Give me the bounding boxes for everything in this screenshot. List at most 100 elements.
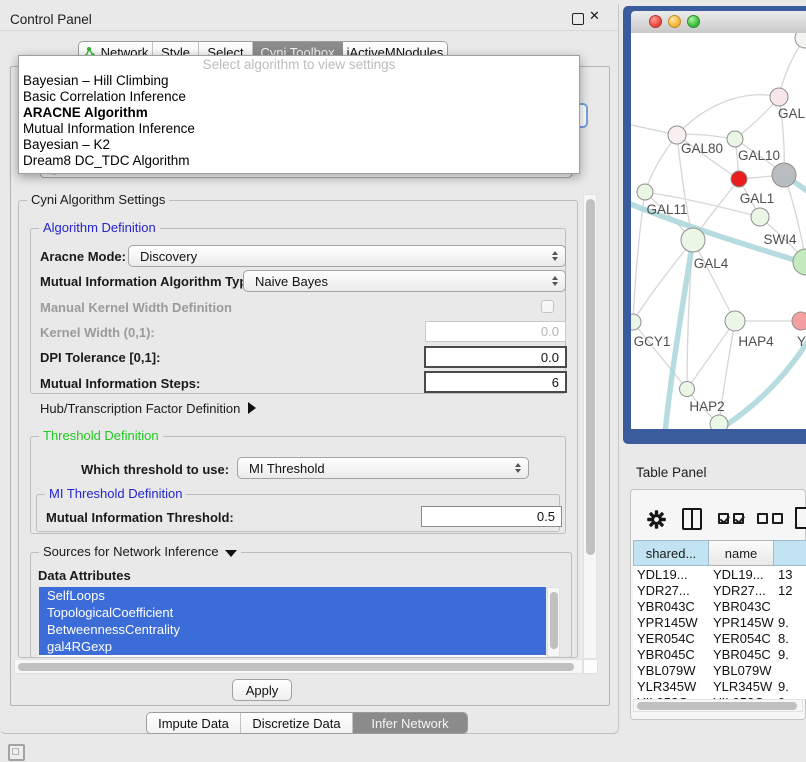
dropdown-item[interactable]: ARACNE Algorithm	[19, 105, 579, 121]
minimize-traffic-light[interactable]	[668, 15, 681, 28]
close-icon[interactable]: ✕	[589, 8, 600, 24]
hub-transcription-expander[interactable]: Hub/Transcription Factor Definition	[40, 401, 256, 416]
mi-algorithm-type-label: Mutual Information Algorithm Type:	[40, 274, 259, 289]
mi-algorithm-type-select[interactable]: Naive Bayes	[243, 270, 566, 292]
network-node[interactable]	[792, 312, 806, 330]
network-node[interactable]	[770, 88, 788, 106]
float-window-icon[interactable]	[572, 13, 584, 25]
node-label: Y	[797, 334, 806, 349]
table-cell: YBR043C	[633, 599, 709, 614]
network-canvas[interactable]: GALGAL80GAL10GAL1GAL11SWI4GAL4GCY1HAP4YH…	[631, 33, 806, 429]
table-cell: YBL079W	[709, 663, 774, 678]
mi-algorithm-type-value: Naive Bayes	[255, 274, 328, 289]
aracne-mode-select[interactable]: Discovery	[128, 245, 566, 267]
dpi-tolerance-field[interactable]: 0.0	[424, 346, 567, 368]
algorithm-definition-title: Algorithm Definition	[39, 220, 160, 235]
checked-checkbox-icon[interactable]	[718, 513, 729, 524]
apply-button[interactable]: Apply	[232, 679, 292, 701]
network-node[interactable]	[731, 171, 747, 187]
mi-steps-field[interactable]: 6	[424, 371, 567, 393]
tab-infer-network[interactable]: Infer Network	[353, 713, 467, 733]
table-row[interactable]: YLR345WYLR345W9.	[633, 678, 806, 694]
network-view-window: GALGAL80GAL10GAL1GAL11SWI4GAL4GCY1HAP4YH…	[623, 6, 806, 444]
table-header: shared...name	[633, 540, 806, 566]
table-row[interactable]: YBR045CYBR045C9.	[633, 646, 806, 662]
node-label: GAL4	[694, 256, 729, 271]
dropdown-item[interactable]: Bayesian – Hill Climbing	[19, 73, 579, 89]
document-icon[interactable]	[795, 507, 806, 529]
table-cell: 8.	[774, 631, 806, 646]
node-label: GAL11	[646, 202, 687, 217]
network-node[interactable]	[637, 184, 653, 200]
minimized-panel-icon[interactable]	[8, 744, 25, 761]
node-label: GAL1	[740, 191, 775, 206]
table-row[interactable]: YBR043CYBR043C	[633, 598, 806, 614]
tab-discretize-data[interactable]: Discretize Data	[241, 713, 353, 733]
table-cell: YER054C	[633, 631, 709, 646]
zoom-traffic-light[interactable]	[687, 15, 700, 28]
mi-steps-label: Mutual Information Steps:	[40, 376, 200, 391]
dpi-tolerance-label: DPI Tolerance [0,1]:	[40, 350, 160, 365]
close-traffic-light[interactable]	[649, 15, 662, 28]
network-window-titlebar[interactable]	[631, 11, 806, 34]
split-columns-icon[interactable]	[682, 508, 702, 530]
collapse-arrow-icon	[225, 550, 237, 557]
data-attribute-item[interactable]: TopologicalCoefficient	[39, 604, 546, 621]
table-cell: YBR045C	[709, 647, 774, 662]
settings-vertical-scrollbar[interactable]	[583, 194, 597, 659]
data-attribute-item[interactable]: SelfLoops	[39, 587, 546, 604]
network-node[interactable]	[681, 228, 705, 252]
table-body[interactable]: YDL19...YDL19...13YDR27...YDR27...12YBR0…	[633, 566, 806, 699]
dropdown-item[interactable]: Mutual Information Inference	[19, 121, 579, 137]
mi-threshold-field[interactable]: 0.5	[421, 506, 562, 527]
network-edge	[645, 135, 677, 192]
network-node[interactable]	[772, 163, 796, 187]
stepper-arrows-icon	[515, 463, 521, 473]
dropdown-item[interactable]: Bayesian – K2	[19, 137, 579, 153]
dropdown-item[interactable]: Basic Correlation Inference	[19, 89, 579, 105]
attribute-list-scrollbar[interactable]	[547, 587, 560, 657]
table-cell: YBR045C	[633, 647, 709, 662]
column-header[interactable]: name	[709, 540, 774, 566]
gear-icon[interactable]	[646, 509, 667, 530]
network-node[interactable]	[751, 208, 769, 226]
network-node[interactable]	[725, 311, 745, 331]
settings-horizontal-scrollbar[interactable]	[14, 659, 583, 674]
unchecked-checkbox-icon[interactable]	[772, 513, 783, 524]
table-row[interactable]: YER054CYER054C8.	[633, 630, 806, 646]
table-cell: 12	[774, 583, 806, 598]
network-node[interactable]	[793, 249, 806, 275]
sources-title[interactable]: Sources for Network Inference	[39, 544, 241, 559]
network-edge	[687, 321, 735, 389]
network-node[interactable]	[727, 131, 743, 147]
network-node[interactable]	[795, 33, 806, 48]
scrollbar-corner	[583, 659, 598, 674]
column-header[interactable]	[774, 540, 806, 566]
column-header[interactable]: shared...	[633, 540, 709, 566]
table-row[interactable]: YPR145WYPR145W9.	[633, 614, 806, 630]
table-row[interactable]: YDR27...YDR27...12	[633, 582, 806, 598]
table-cell: YPR145W	[709, 615, 774, 630]
manual-kernel-width-checkbox[interactable]	[541, 300, 554, 313]
network-node[interactable]	[631, 314, 641, 330]
data-attribute-item[interactable]: gal4RGexp	[39, 638, 546, 655]
data-attributes-label: Data Attributes	[38, 568, 131, 583]
checked-checkbox-icon[interactable]	[733, 513, 744, 524]
table-cell: 9.	[774, 647, 806, 662]
manual-kernel-width-label: Manual Kernel Width Definition	[40, 300, 232, 315]
control-panel-title: Control Panel	[10, 12, 92, 27]
tab-impute-data[interactable]: Impute Data	[147, 713, 241, 733]
unchecked-checkbox-icon[interactable]	[757, 513, 768, 524]
network-node[interactable]	[710, 415, 728, 429]
kernel-width-label: Kernel Width (0,1):	[40, 325, 155, 340]
data-attribute-item[interactable]: BetweennessCentrality	[39, 621, 546, 638]
dropdown-item[interactable]: Dream8 DC_TDC Algorithm	[19, 153, 579, 169]
table-horizontal-scrollbar[interactable]	[633, 699, 803, 712]
data-attributes-list[interactable]: SelfLoopsTopologicalCoefficientBetweenne…	[39, 587, 546, 657]
table-row[interactable]: YDL19...YDL19...13	[633, 566, 806, 582]
table-cell: YPR145W	[633, 615, 709, 630]
network-node[interactable]	[680, 382, 695, 397]
table-cell: YLR345W	[633, 679, 709, 694]
which-threshold-select[interactable]: MI Threshold	[237, 457, 529, 479]
table-row[interactable]: YBL079WYBL079W	[633, 662, 806, 678]
